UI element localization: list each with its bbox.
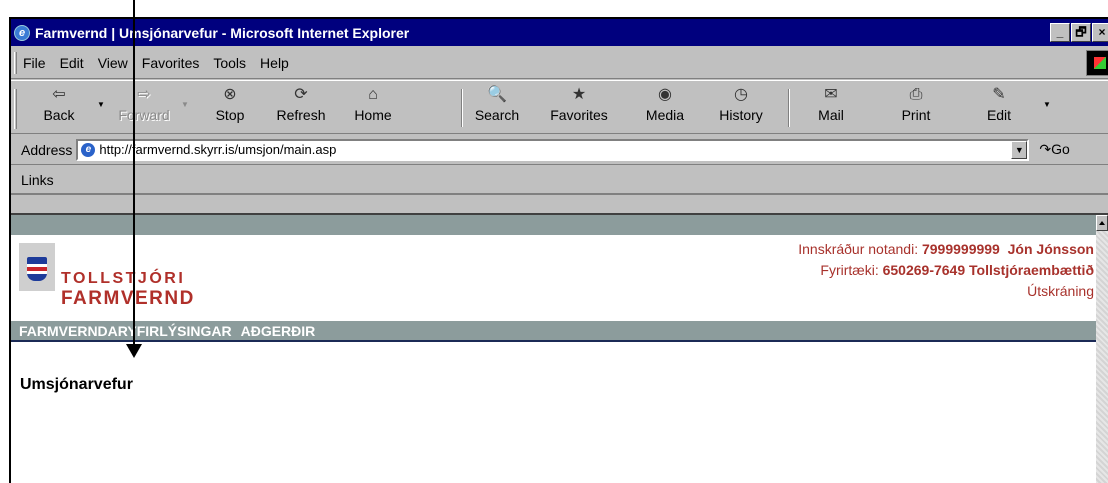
logout-link[interactable]: Útskráning bbox=[1027, 283, 1094, 299]
menu-bar: File Edit View Favorites Tools Help bbox=[11, 47, 1108, 79]
print-label: Print bbox=[901, 107, 931, 123]
refresh-button[interactable]: ⟳ Refresh bbox=[271, 83, 331, 131]
edit-button[interactable]: ✎ Edit bbox=[969, 83, 1029, 131]
window-controls: _ 🗗 × bbox=[1050, 23, 1108, 42]
user-row: Innskráður notandi: 7999999999 Jón Jónss… bbox=[798, 239, 1094, 260]
company-id: 650269-7649 bbox=[882, 262, 966, 278]
menu-edit[interactable]: Edit bbox=[60, 55, 84, 71]
toolbar-grip[interactable] bbox=[14, 89, 17, 129]
nav-adgerdir[interactable]: AÐGERÐIR bbox=[241, 323, 316, 339]
page-icon: e bbox=[81, 142, 96, 157]
menu-tools[interactable]: Tools bbox=[213, 55, 246, 71]
close-button[interactable]: × bbox=[1092, 23, 1108, 42]
search-icon: 🔍 bbox=[487, 86, 507, 103]
annotation-arrowhead-icon bbox=[126, 344, 142, 358]
back-arrow-icon: ⇦ bbox=[52, 86, 66, 103]
coat-of-arms-icon bbox=[19, 243, 55, 291]
forward-button[interactable]: ⇨ Forward bbox=[114, 83, 174, 131]
browser-window: e Farmvernd | Umsjónarvefur - Microsoft … bbox=[9, 17, 1108, 483]
address-label: Address bbox=[21, 141, 73, 158]
refresh-icon: ⟳ bbox=[294, 86, 308, 103]
go-label: Go bbox=[1051, 141, 1070, 157]
stop-icon: ⊗ bbox=[223, 86, 237, 103]
logout-row: Útskráning bbox=[798, 281, 1094, 302]
company-name: Tollstjóraembættið bbox=[969, 262, 1094, 278]
annotation-pointer-line bbox=[133, 0, 135, 345]
ie-logo-icon: e bbox=[14, 24, 30, 41]
history-button[interactable]: ◷ History bbox=[711, 83, 771, 131]
home-label: Home bbox=[354, 107, 392, 123]
logo-farmvernd: FARMVERND bbox=[61, 288, 195, 309]
address-bar: Address e http://farmvernd.skyrr.is/umsj… bbox=[11, 135, 1108, 165]
forward-label: Forward bbox=[118, 107, 170, 123]
back-button[interactable]: ⇦ Back bbox=[29, 83, 89, 131]
scroll-up-icon[interactable] bbox=[1096, 215, 1108, 231]
toolbar-separator bbox=[461, 89, 463, 127]
user-info: Innskráður notandi: 7999999999 Jón Jónss… bbox=[798, 239, 1094, 302]
print-icon: ⎙ bbox=[909, 86, 923, 103]
forward-dropdown-icon[interactable]: ▼ bbox=[181, 100, 189, 109]
search-button[interactable]: 🔍 Search bbox=[467, 83, 527, 131]
page-title: Umsjónarvefur bbox=[20, 376, 133, 393]
home-icon: ⌂ bbox=[368, 86, 378, 103]
mail-label: Mail bbox=[818, 107, 844, 123]
main-nav: FARMVERNDARYFIRLÝSINGAR AÐGERÐIR bbox=[11, 321, 1096, 342]
links-bar: Links bbox=[11, 166, 1108, 195]
media-button[interactable]: ◉ Media bbox=[635, 83, 695, 131]
user-name: Jón Jónsson bbox=[1007, 241, 1094, 257]
go-button[interactable]: ↷Go bbox=[1039, 141, 1069, 158]
search-label: Search bbox=[474, 107, 520, 123]
refresh-label: Refresh bbox=[276, 107, 326, 123]
company-row: Fyrirtæki: 650269-7649 Tollstjóraembætti… bbox=[798, 260, 1094, 281]
toolbar-separator bbox=[788, 89, 790, 127]
vertical-scrollbar[interactable] bbox=[1096, 215, 1108, 483]
address-dropdown-icon[interactable]: ▼ bbox=[1011, 140, 1028, 159]
user-label: Innskráður notandi: bbox=[798, 241, 919, 257]
menu-favorites[interactable]: Favorites bbox=[142, 55, 200, 71]
stop-label: Stop bbox=[215, 107, 245, 123]
logo-tollstjori: TOLLSTJÓRI bbox=[61, 270, 186, 287]
user-id: 7999999999 bbox=[921, 241, 1000, 257]
home-button[interactable]: ⌂ Home bbox=[343, 83, 403, 131]
media-icon: ◉ bbox=[658, 86, 672, 103]
header-logo-area: TOLLSTJÓRI FARMVERND Innskráður notandi:… bbox=[11, 235, 1096, 321]
nav-farmverndaryfirlysingar[interactable]: FARMVERNDARYFIRLÝSINGAR bbox=[19, 323, 232, 339]
company-label: Fyrirtæki: bbox=[820, 262, 879, 278]
go-arrow-icon: ↷ bbox=[1039, 141, 1052, 157]
favorites-label: Favorites bbox=[550, 107, 608, 123]
stop-button[interactable]: ⊗ Stop bbox=[200, 83, 260, 131]
window-title: Farmvernd | Umsjónarvefur - Microsoft In… bbox=[35, 24, 410, 41]
edit-dropdown-icon[interactable]: ▼ bbox=[1043, 100, 1051, 109]
mail-icon: ✉ bbox=[824, 86, 838, 103]
mail-button[interactable]: ✉ Mail bbox=[801, 83, 861, 131]
header-top-band bbox=[11, 215, 1096, 235]
print-button[interactable]: ⎙ Print bbox=[886, 83, 946, 131]
minimize-button[interactable]: _ bbox=[1050, 23, 1070, 42]
back-label: Back bbox=[43, 107, 75, 123]
media-label: Media bbox=[645, 107, 685, 123]
favorites-icon: ★ bbox=[571, 86, 587, 103]
history-label: History bbox=[719, 107, 763, 123]
edit-icon: ✎ bbox=[992, 86, 1006, 103]
address-input[interactable]: e http://farmvernd.skyrr.is/umsjon/main.… bbox=[76, 138, 1030, 161]
forward-arrow-icon: ⇨ bbox=[137, 86, 151, 103]
history-icon: ◷ bbox=[734, 86, 748, 103]
menu-file[interactable]: File bbox=[23, 55, 46, 71]
toolbar-grip[interactable] bbox=[14, 51, 17, 74]
title-bar[interactable]: e Farmvernd | Umsjónarvefur - Microsoft … bbox=[11, 19, 1108, 46]
maximize-button[interactable]: 🗗 bbox=[1071, 23, 1091, 42]
back-dropdown-icon[interactable]: ▼ bbox=[97, 100, 105, 109]
page-viewport: TOLLSTJÓRI FARMVERND Innskráður notandi:… bbox=[11, 213, 1108, 483]
windows-logo-throbber-icon bbox=[1086, 50, 1108, 76]
menu-help[interactable]: Help bbox=[260, 55, 289, 71]
links-label[interactable]: Links bbox=[21, 172, 54, 188]
favorites-button[interactable]: ★ Favorites bbox=[549, 83, 609, 131]
menu-view[interactable]: View bbox=[98, 55, 128, 71]
standard-toolbar: ⇦ Back ▼ ⇨ Forward ▼ ⊗ Stop ⟳ Refresh ⌂ … bbox=[11, 80, 1108, 134]
edit-label: Edit bbox=[986, 107, 1012, 123]
